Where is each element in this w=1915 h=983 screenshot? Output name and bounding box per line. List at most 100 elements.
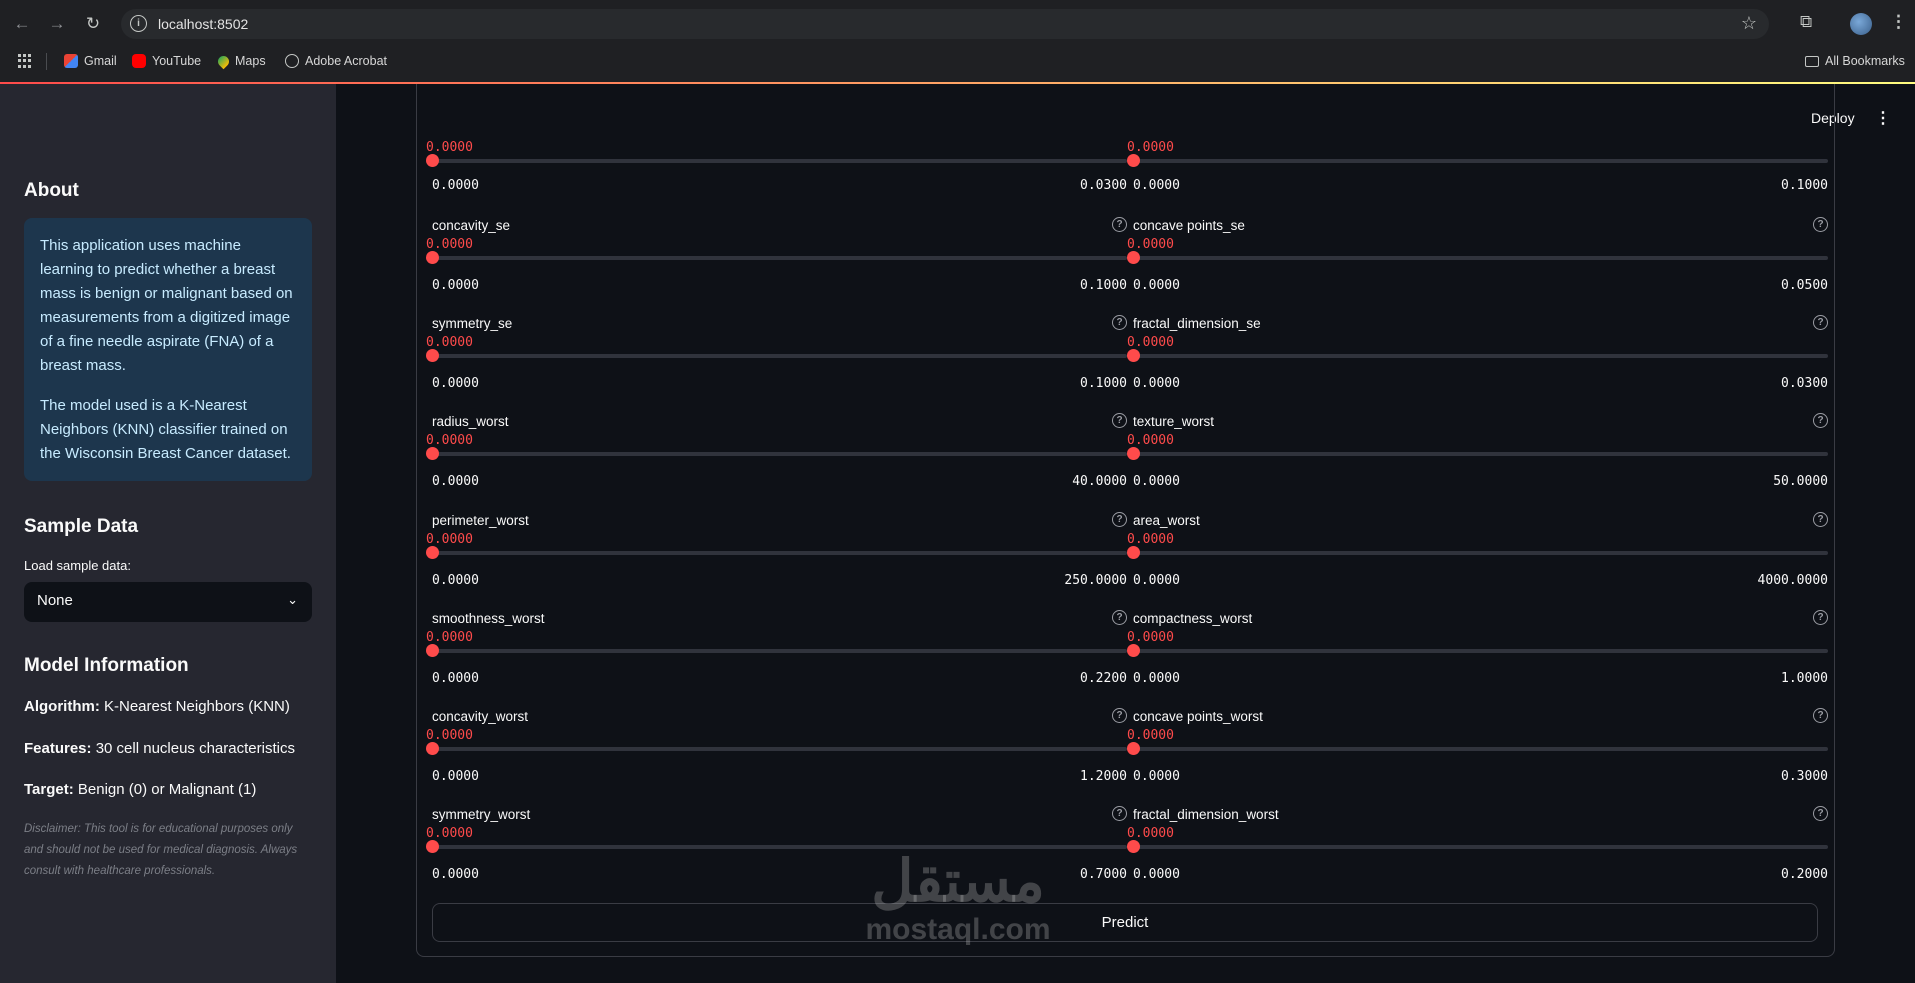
slider-thumb[interactable] (426, 251, 439, 264)
slider-max: 0.1000 (1080, 376, 1127, 392)
slider-concavity-worst[interactable]: concavity_worst? 0.0000 0.0000 1.2000 (426, 708, 1127, 807)
folder-icon (1805, 55, 1819, 67)
slider-track[interactable] (1133, 845, 1828, 850)
slider-fractal-dimension-worst[interactable]: fractal_dimension_worst? 0.0000 0.0000 0.20… (1127, 806, 1828, 905)
slider-perimeter-worst[interactable]: perimeter_worst? 0.0000 0.0000 250.0000 (426, 511, 1127, 611)
slider-thumb[interactable] (1127, 643, 1140, 657)
slider-texture-worst[interactable]: texture_worst? 0.0000 0.0000 50.0000 (1127, 413, 1828, 512)
slider-track[interactable] (1133, 256, 1828, 260)
slider-radius-worst[interactable]: radius_worst? 0.0000 0.0000 40.0000 (426, 413, 1127, 512)
all-bookmarks[interactable]: All Bookmarks (1805, 54, 1905, 68)
slider-thumb[interactable] (426, 742, 439, 755)
slider-track[interactable] (1133, 550, 1828, 555)
slider-thumb[interactable] (1127, 349, 1140, 363)
back-arrow-icon[interactable]: ← (10, 12, 34, 36)
apps-grid-icon[interactable] (18, 54, 32, 68)
slider-thumb[interactable] (426, 447, 439, 461)
slider-label: fractal_dimension_se (1133, 316, 1261, 332)
slider-thumb[interactable] (1127, 154, 1140, 167)
slider-concave-points-se[interactable]: concave points_se? 0.0000 0.0000 0.0500 (1127, 217, 1828, 316)
help-circle-icon[interactable]: ? (1813, 217, 1828, 232)
help-circle-icon[interactable]: ? (1112, 511, 1127, 527)
slider-thumb[interactable] (426, 643, 439, 657)
site-info-icon[interactable]: i (130, 15, 147, 32)
slider-thumb[interactable] (1127, 742, 1140, 755)
slider-max: 0.1000 (1080, 278, 1127, 293)
help-circle-icon[interactable]: ? (1112, 315, 1127, 331)
bookmark-star-icon[interactable]: ☆ (1741, 13, 1757, 34)
help-circle-icon[interactable]: ? (1112, 217, 1127, 232)
slider-track[interactable] (1133, 354, 1828, 359)
predict-button[interactable]: Predict (432, 903, 1818, 942)
slider-thumb[interactable] (426, 154, 439, 167)
slider-track[interactable] (1133, 747, 1828, 751)
slider-track[interactable] (432, 159, 1127, 163)
slider-max: 4000.0000 (1757, 572, 1828, 588)
help-circle-icon[interactable]: ? (1813, 708, 1828, 723)
browser-menu-icon[interactable]: ⋮ (1890, 12, 1907, 32)
slider-fractal-dimension-se[interactable]: fractal_dimension_se? 0.0000 0.0000 0.0300 (1127, 315, 1828, 414)
slider-min: 0.0000 (432, 867, 479, 883)
url-text[interactable]: localhost:8502 (158, 16, 248, 32)
bookmark-youtube[interactable]: YouTube (132, 54, 201, 68)
reload-icon[interactable]: ↻ (81, 12, 105, 36)
address-bar[interactable]: i localhost:8502 ☆ (121, 9, 1769, 39)
slider-value: 0.0000 (426, 629, 473, 645)
slider-track[interactable] (1133, 452, 1828, 457)
slider-track[interactable] (432, 256, 1127, 260)
main-menu-icon[interactable]: ⋮ (1875, 108, 1891, 128)
slider-min: 0.0000 (1133, 178, 1180, 193)
profile-avatar[interactable] (1850, 13, 1872, 35)
slider-partial-left[interactable]: 0.0000 0.0000 0.0300 (426, 128, 1127, 226)
slider-thumb[interactable] (426, 349, 439, 363)
help-circle-icon[interactable]: ? (1112, 806, 1127, 822)
slider-track[interactable] (432, 845, 1127, 850)
slider-track[interactable] (1133, 159, 1828, 163)
extensions-puzzle-icon[interactable]: ⧉ (1800, 12, 1812, 32)
help-circle-icon[interactable]: ? (1813, 609, 1828, 625)
slider-value: 0.0000 (1127, 140, 1174, 155)
slider-thumb[interactable] (1127, 447, 1140, 461)
slider-value: 0.0000 (1127, 531, 1174, 547)
bookmark-maps[interactable]: Maps (215, 53, 266, 69)
slider-thumb[interactable] (1127, 545, 1140, 559)
help-circle-icon[interactable]: ? (1813, 511, 1828, 527)
slider-concavity-se[interactable]: concavity_se? 0.0000 0.0000 0.1000 (426, 217, 1127, 316)
slider-track[interactable] (432, 354, 1127, 359)
youtube-icon (132, 54, 146, 68)
slider-track[interactable] (432, 452, 1127, 457)
sample-data-select[interactable]: None ⌄ (24, 582, 312, 622)
slider-label: concavity_se (432, 218, 511, 233)
slider-thumb[interactable] (1127, 251, 1140, 264)
slider-track[interactable] (432, 550, 1127, 555)
slider-value: 0.0000 (1127, 629, 1174, 645)
help-circle-icon[interactable]: ? (1112, 609, 1127, 625)
bookmark-gmail[interactable]: Gmail (64, 54, 117, 68)
forward-arrow-icon[interactable]: → (45, 12, 69, 36)
slider-thumb[interactable] (426, 840, 439, 854)
help-circle-icon[interactable]: ? (1112, 413, 1127, 429)
slider-track[interactable] (1133, 648, 1828, 653)
slider-min: 0.0000 (1133, 474, 1180, 490)
slider-value: 0.0000 (1127, 433, 1174, 449)
sample-data-label: Load sample data: (24, 558, 131, 573)
slider-min: 0.0000 (1133, 670, 1180, 686)
help-circle-icon[interactable]: ? (1112, 708, 1127, 723)
slider-symmetry-se[interactable]: symmetry_se? 0.0000 0.0000 0.1000 (426, 315, 1127, 414)
help-circle-icon[interactable]: ? (1813, 806, 1828, 822)
slider-compactness-worst[interactable]: compactness_worst? 0.0000 0.0000 1.0000 (1127, 609, 1828, 709)
slider-area-worst[interactable]: area_worst? 0.0000 0.0000 4000.0000 (1127, 511, 1828, 611)
bookmark-adobe-acrobat[interactable]: Adobe Acrobat (285, 54, 387, 68)
help-circle-icon[interactable]: ? (1813, 315, 1828, 331)
slider-thumb[interactable] (426, 545, 439, 559)
about-heading: About (24, 180, 79, 201)
slider-thumb[interactable] (1127, 840, 1140, 854)
help-circle-icon[interactable]: ? (1813, 413, 1828, 429)
slider-track[interactable] (432, 747, 1127, 751)
slider-min: 0.0000 (432, 670, 479, 686)
slider-track[interactable] (432, 648, 1127, 653)
slider-partial-right[interactable]: 0.0000 0.0000 0.1000 (1127, 128, 1828, 226)
slider-symmetry-worst[interactable]: symmetry_worst? 0.0000 0.0000 0.7000 (426, 806, 1127, 905)
slider-concave-points-worst[interactable]: concave points_worst? 0.0000 0.0000 0.3000 (1127, 708, 1828, 807)
slider-smoothness-worst[interactable]: smoothness_worst? 0.0000 0.0000 0.2200 (426, 609, 1127, 709)
